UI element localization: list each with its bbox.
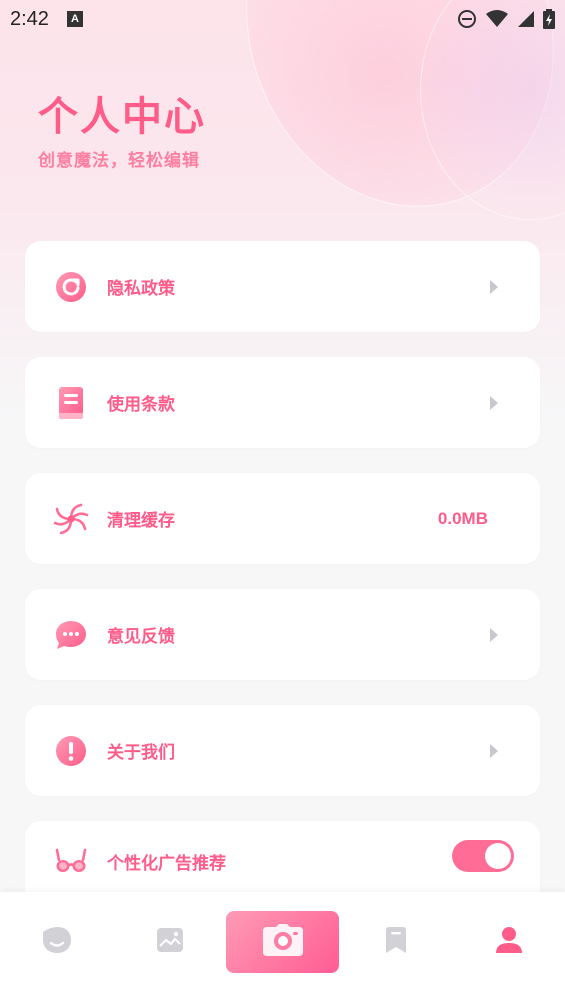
menu-item-label: 关于我们	[107, 743, 175, 763]
exclamation-circle-icon	[53, 733, 89, 769]
tab-gallery[interactable]	[113, 892, 226, 992]
menu-item-label: 意见反馈	[107, 627, 175, 647]
camera-icon	[262, 923, 304, 961]
menu-item-label: 个性化广告推荐	[107, 853, 226, 874]
wifi-icon	[486, 10, 508, 27]
camera-button[interactable]	[226, 911, 339, 973]
menu-item-terms-of-use[interactable]: 使用条款	[25, 357, 540, 448]
glasses-icon	[53, 843, 89, 879]
menu-item-label: 使用条款	[107, 395, 175, 415]
face-icon	[42, 926, 72, 958]
menu-item-about-us[interactable]: 关于我们	[25, 705, 540, 796]
refresh-circle-icon	[53, 269, 89, 305]
do-not-disturb-icon	[458, 10, 476, 28]
menu-item-personalized-ads[interactable]: 个性化广告推荐	[25, 821, 540, 901]
menu-item-clear-cache[interactable]: 清理缓存 0.0MB	[25, 473, 540, 564]
cache-size-value: 0.0MB	[437, 508, 488, 528]
notification-icon: A	[66, 11, 83, 27]
tab-profile[interactable]	[452, 892, 565, 992]
status-bar: 2:42 A	[0, 0, 565, 38]
menu-item-label: 清理缓存	[107, 511, 175, 531]
menu-item-privacy-policy[interactable]: 隐私政策	[25, 241, 540, 332]
chevron-right-icon	[490, 279, 498, 294]
signal-icon	[518, 11, 534, 27]
image-icon	[156, 927, 184, 957]
chevron-right-icon	[490, 395, 498, 410]
page-subtitle: 创意魔法，轻松编辑	[38, 151, 200, 171]
battery-icon	[543, 9, 555, 29]
toggle-knob	[485, 843, 511, 869]
status-icons	[457, 9, 555, 29]
tab-bookmarks[interactable]	[339, 892, 452, 992]
page-title: 个人中心	[38, 94, 206, 140]
bookmark-icon	[384, 926, 408, 958]
settings-menu: 隐私政策 使用条款 清理缓存 0.0MB 意见反馈 关于我们 个性化广告推荐	[25, 241, 540, 926]
user-icon	[495, 926, 523, 958]
chevron-right-icon	[490, 627, 498, 642]
book-icon	[53, 385, 89, 421]
personalized-ads-toggle[interactable]	[452, 840, 514, 872]
tab-home[interactable]	[0, 892, 113, 992]
menu-item-label: 隐私政策	[107, 279, 175, 299]
status-time: 2:42	[10, 7, 49, 30]
bottom-tab-bar	[0, 892, 565, 1004]
swirl-icon	[53, 501, 89, 537]
chat-bubble-icon	[53, 617, 89, 653]
tab-camera[interactable]	[226, 892, 339, 992]
menu-item-feedback[interactable]: 意见反馈	[25, 589, 540, 680]
chevron-right-icon	[490, 743, 498, 758]
